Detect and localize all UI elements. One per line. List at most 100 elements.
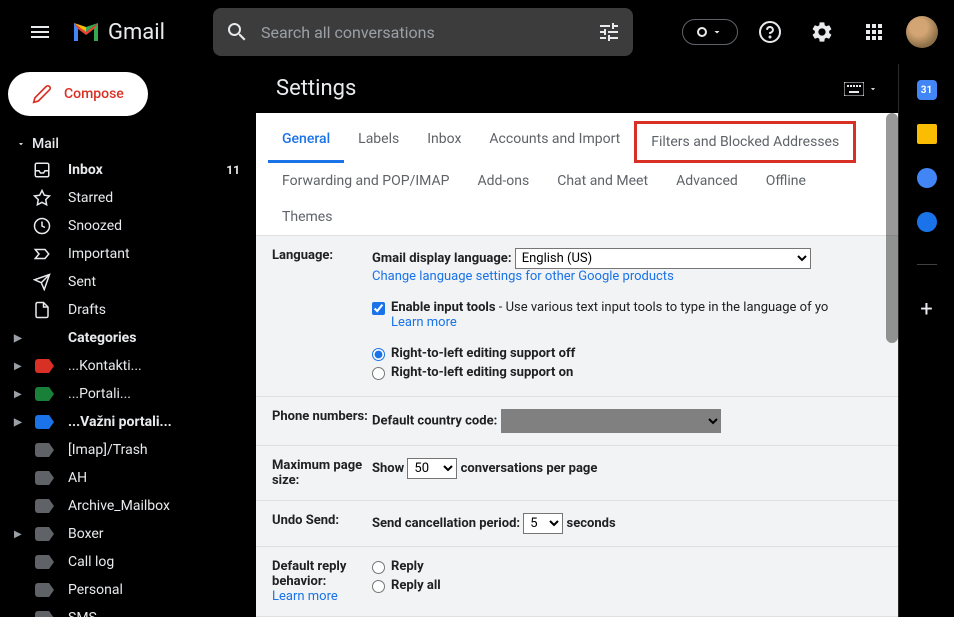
label-icon (35, 443, 49, 457)
pagesize-select[interactable]: 50 (407, 458, 457, 479)
nav-item-boxer[interactable]: ▶Boxer (8, 520, 248, 548)
tab-forwarding-and-pop-imap[interactable]: Forwarding and POP/IMAP (268, 163, 463, 199)
tab-accounts-and-import[interactable]: Accounts and Import (475, 121, 634, 163)
nav-item--kontakti-[interactable]: ▶...Kontakti... (8, 352, 248, 380)
undo-label: Undo Send: (272, 513, 372, 534)
country-code-select[interactable] (501, 409, 721, 433)
label-icon (35, 583, 49, 597)
expand-icon: ▶ (14, 361, 22, 372)
scrollbar[interactable] (886, 113, 898, 343)
rtl-on-radio[interactable] (372, 367, 385, 380)
label-icon (35, 527, 49, 541)
tab-themes[interactable]: Themes (268, 199, 346, 235)
keyboard-icon (844, 82, 864, 96)
nav-item-ah[interactable]: AH (8, 464, 248, 492)
inbox-icon (32, 161, 52, 179)
tasks-icon[interactable] (917, 168, 937, 188)
nav-item-call-log[interactable]: Call log (8, 548, 248, 576)
calendar-icon[interactable]: 31 (917, 80, 937, 100)
label-icon (35, 415, 49, 429)
sidebar: Compose Mail Inbox11StarredSnoozedImport… (0, 64, 256, 617)
settings-panel: GeneralLabelsInboxAccounts and ImportFil… (256, 113, 898, 617)
expand-icon: ▶ (14, 529, 22, 540)
label-icon (35, 611, 49, 617)
label-icon (35, 471, 49, 485)
tune-icon[interactable] (597, 20, 621, 44)
tab-offline[interactable]: Offline (752, 163, 820, 199)
nav-item-inbox[interactable]: Inbox11 (8, 156, 248, 184)
hamburger-menu[interactable] (16, 8, 64, 56)
search-input[interactable] (261, 23, 585, 42)
keep-icon[interactable] (917, 124, 937, 144)
help-icon (758, 20, 782, 44)
compose-button[interactable]: Compose (8, 72, 148, 116)
page-title: Settings (276, 76, 356, 101)
caret-down-icon (16, 139, 26, 149)
expand-icon: ▶ (14, 333, 22, 344)
tab-chat-and-meet[interactable]: Chat and Meet (543, 163, 662, 199)
side-panel: 31 + (898, 64, 954, 617)
nav-item-personal[interactable]: Personal (8, 576, 248, 604)
main-content: Settings GeneralLabelsInboxAccounts and … (256, 64, 898, 617)
tab-advanced[interactable]: Advanced (662, 163, 752, 199)
label-icon (35, 359, 49, 373)
tab-general[interactable]: General (268, 121, 344, 163)
settings-tabs: GeneralLabelsInboxAccounts and ImportFil… (256, 113, 898, 236)
gear-icon (810, 20, 834, 44)
add-panel-button[interactable]: + (920, 297, 932, 322)
caret-down-icon (711, 26, 723, 38)
status-pill[interactable] (682, 19, 738, 45)
learn-more-link[interactable]: Learn more (391, 315, 828, 330)
reply-radio[interactable] (372, 561, 385, 574)
apps-grid-icon (862, 20, 886, 44)
tab-inbox[interactable]: Inbox (413, 121, 475, 163)
clock-icon (32, 217, 52, 235)
phone-label: Phone numbers: (272, 409, 372, 433)
nav-item--va-ni-portali-[interactable]: ▶...Važni portali... (8, 408, 248, 436)
star-icon (32, 189, 52, 207)
undo-period-select[interactable]: 5 (523, 513, 563, 534)
expand-icon: ▶ (14, 389, 22, 400)
expand-icon: ▶ (14, 417, 22, 428)
learn-more-link[interactable]: Learn more (272, 589, 372, 604)
enable-input-tools-checkbox[interactable] (372, 302, 385, 315)
mail-section-header[interactable]: Mail (8, 132, 248, 156)
search-icon (225, 20, 249, 44)
send-icon (32, 273, 52, 291)
caret-down-icon (868, 84, 878, 94)
status-circle-icon (697, 27, 707, 37)
nav-item-sent[interactable]: Sent (8, 268, 248, 296)
nav-item-snoozed[interactable]: Snoozed (8, 212, 248, 240)
nav-item--portali-[interactable]: ▶...Portali... (8, 380, 248, 408)
nav-item--imap-trash[interactable]: [Imap]/Trash (8, 436, 248, 464)
pagesize-label: Maximum page size: (272, 458, 372, 488)
reply-all-radio[interactable] (372, 580, 385, 593)
menu-icon (28, 20, 52, 44)
language-label: Language: (272, 248, 372, 384)
settings-button[interactable] (802, 12, 842, 52)
apps-button[interactable] (854, 12, 894, 52)
avatar[interactable] (906, 16, 938, 48)
reply-label: Default reply behavior: Learn more (272, 559, 372, 604)
label-icon (35, 387, 49, 401)
input-tools-button[interactable] (844, 82, 878, 96)
contacts-icon[interactable] (917, 212, 937, 232)
nav-item-categories[interactable]: ▶Categories (8, 324, 248, 352)
nav-item-important[interactable]: Important (8, 240, 248, 268)
draft-icon (32, 301, 52, 319)
label-icon (35, 555, 49, 569)
header: Gmail (0, 0, 954, 64)
help-button[interactable] (750, 12, 790, 52)
nav-item-sms[interactable]: SMS (8, 604, 248, 617)
nav-item-drafts[interactable]: Drafts (8, 296, 248, 324)
search-bar[interactable] (213, 8, 633, 56)
language-select[interactable]: English (US) (515, 248, 811, 269)
rtl-off-radio[interactable] (372, 348, 385, 361)
nav-item-starred[interactable]: Starred (8, 184, 248, 212)
nav-item-archive-mailbox[interactable]: Archive_Mailbox (8, 492, 248, 520)
tab-add-ons[interactable]: Add-ons (463, 163, 543, 199)
change-language-link[interactable]: Change language settings for other Googl… (372, 269, 882, 284)
tab-labels[interactable]: Labels (344, 121, 413, 163)
tab-filters-and-blocked-addresses[interactable]: Filters and Blocked Addresses (634, 121, 856, 163)
gmail-logo[interactable]: Gmail (72, 20, 165, 45)
